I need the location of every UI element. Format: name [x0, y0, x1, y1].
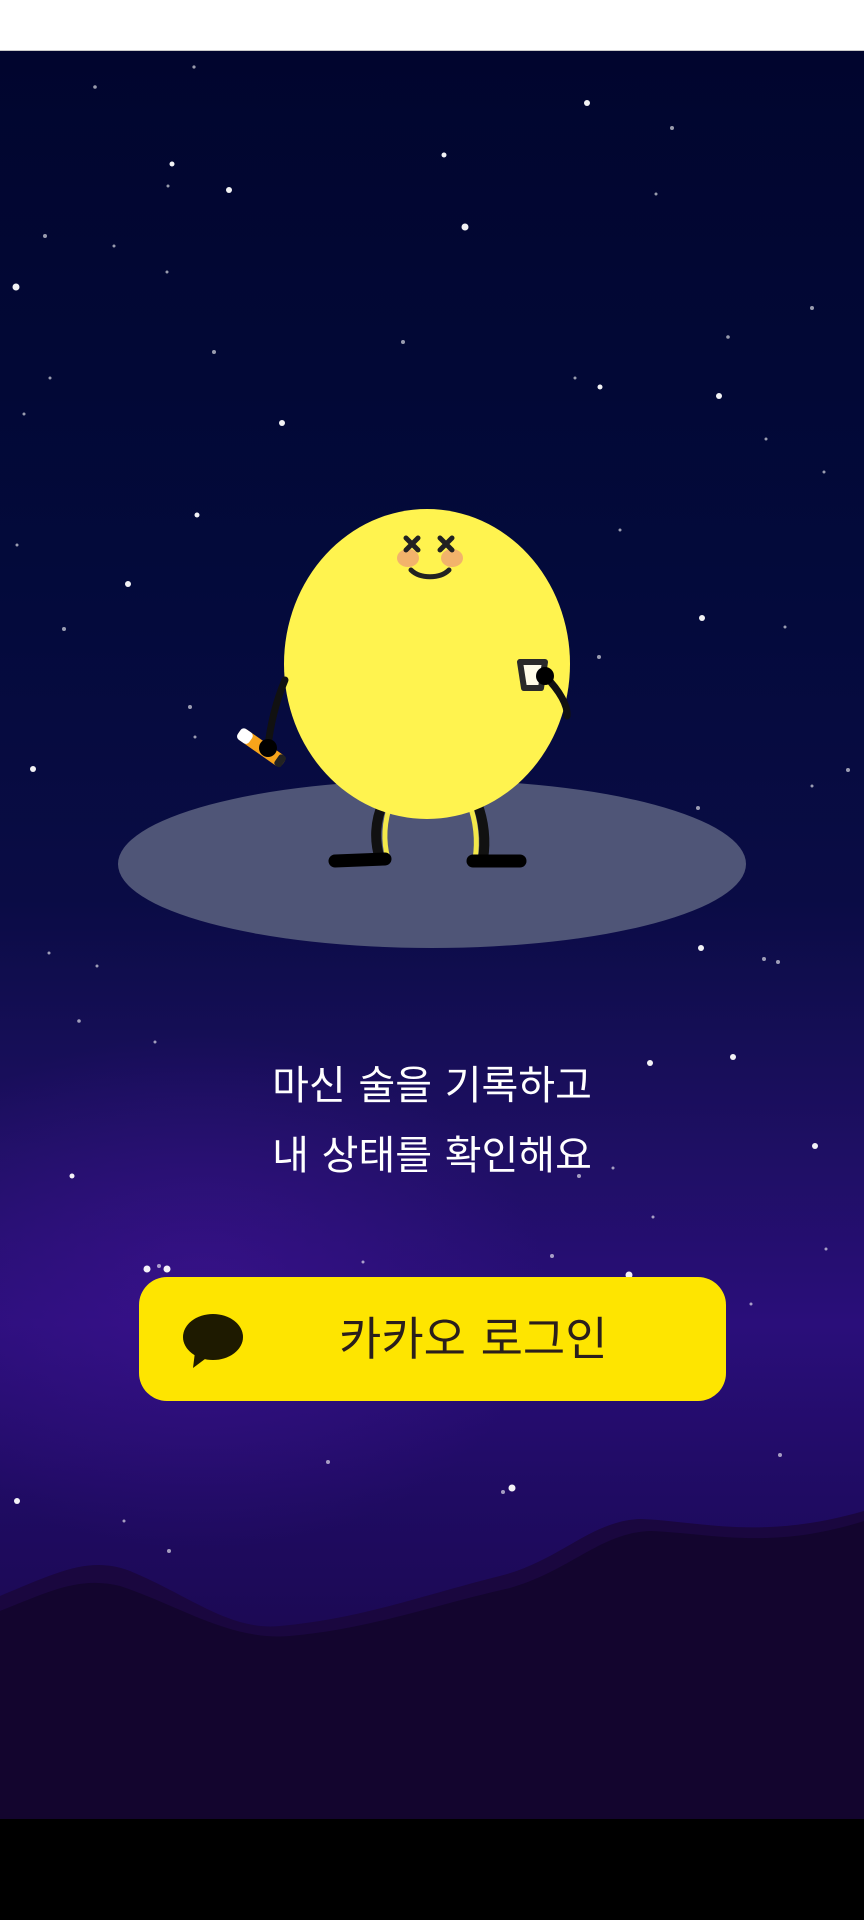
- left-hand: [259, 739, 277, 757]
- character-illustration: [118, 509, 746, 948]
- tagline-line-1: 마신 술을 기록하고: [272, 1063, 592, 1109]
- tagline: 마신 술을 기록하고 내 상태를 확인해요: [0, 1051, 864, 1191]
- left-cheek: [397, 549, 419, 567]
- kakao-login-label: 카카오 로그인: [339, 1312, 608, 1366]
- app-screen: 마신 술을 기록하고 내 상태를 확인해요 카카오 로그인: [0, 0, 864, 1920]
- tagline-line-2: 내 상태를 확인해요: [272, 1133, 592, 1179]
- kakao-login-button[interactable]: 카카오 로그인: [139, 1277, 726, 1401]
- system-navigation-bar: [0, 1819, 864, 1920]
- kakao-speech-bubble-icon: [183, 1314, 243, 1368]
- right-hand: [536, 667, 554, 685]
- status-bar: [0, 0, 864, 51]
- night-sky-background: 마신 술을 기록하고 내 상태를 확인해요: [0, 51, 864, 1819]
- left-foot: [328, 852, 392, 868]
- left-arm: [264, 676, 289, 751]
